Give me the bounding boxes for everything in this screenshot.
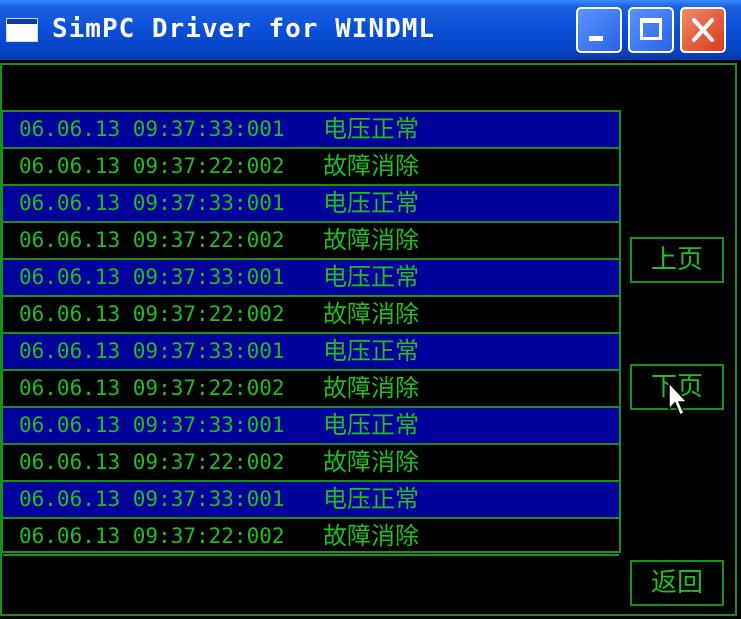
log-timestamp: 06.06.13 09:37:33:001 [19,487,285,511]
log-timestamp: 06.06.13 09:37:22:002 [19,524,285,548]
log-timestamp: 06.06.13 09:37:22:002 [19,302,285,326]
log-row[interactable]: 06.06.13 09:37:22:002 故障消除 [3,445,619,482]
log-timestamp: 06.06.13 09:37:33:001 [19,265,285,289]
prev-page-button[interactable]: 上页 [630,237,724,283]
log-message: 电压正常 [323,189,419,217]
log-row[interactable]: 06.06.13 09:37:22:002 故障消除 [3,223,619,260]
title-bar[interactable]: SimPC Driver for WINDML [0,0,741,60]
log-message: 故障消除 [323,374,419,402]
log-timestamp: 06.06.13 09:37:33:001 [19,413,285,437]
log-row[interactable]: 06.06.13 09:37:33:001 电压正常 [3,408,619,445]
back-button[interactable]: 返回 [630,560,724,606]
log-list[interactable]: 06.06.13 09:37:33:001 电压正常 06.06.13 09:37:… [1,110,621,556]
log-message: 电压正常 [323,485,419,513]
app-window: SimPC Driver for WINDML 06.06.13 09:37:3… [0,0,741,619]
minimize-icon [589,36,603,41]
log-timestamp: 06.06.13 09:37:33:001 [19,117,285,141]
log-row[interactable]: 06.06.13 09:37:33:001 电压正常 [3,482,619,519]
log-timestamp: 06.06.13 09:37:22:002 [19,154,285,178]
log-timestamp: 06.06.13 09:37:22:002 [19,376,285,400]
log-message: 电压正常 [323,337,419,365]
log-row[interactable]: 06.06.13 09:37:33:001 电压正常 [3,334,619,371]
log-message: 故障消除 [323,522,419,550]
log-message: 故障消除 [323,152,419,180]
log-row[interactable]: 06.06.13 09:37:22:002 故障消除 [3,149,619,186]
mouse-cursor-icon [668,382,689,417]
log-message: 电压正常 [323,263,419,291]
log-message: 故障消除 [323,448,419,476]
log-row[interactable]: 06.06.13 09:37:33:001 电压正常 [3,186,619,223]
minimize-button[interactable] [576,7,622,53]
log-message: 电压正常 [323,411,419,439]
log-row[interactable]: 06.06.13 09:37:33:001 电压正常 [3,260,619,297]
close-button[interactable] [680,7,726,53]
log-timestamp: 06.06.13 09:37:33:001 [19,191,285,215]
log-timestamp: 06.06.13 09:37:22:002 [19,450,285,474]
log-timestamp: 06.06.13 09:37:22:002 [19,228,285,252]
window-title: SimPC Driver for WINDML [52,14,436,44]
log-row[interactable]: 06.06.13 09:37:33:001 电压正常 [3,112,619,149]
close-icon [692,18,714,42]
log-row[interactable]: 06.06.13 09:37:22:002 故障消除 [3,371,619,408]
maximize-icon [640,18,662,40]
log-message: 故障消除 [323,300,419,328]
log-message: 电压正常 [323,115,419,143]
log-row[interactable]: 06.06.13 09:37:22:002 故障消除 [3,297,619,334]
maximize-button[interactable] [628,7,674,53]
window-icon[interactable] [6,18,38,42]
log-row[interactable]: 06.06.13 09:37:22:002 故障消除 [3,519,619,556]
log-timestamp: 06.06.13 09:37:33:001 [19,339,285,363]
log-message: 故障消除 [323,226,419,254]
